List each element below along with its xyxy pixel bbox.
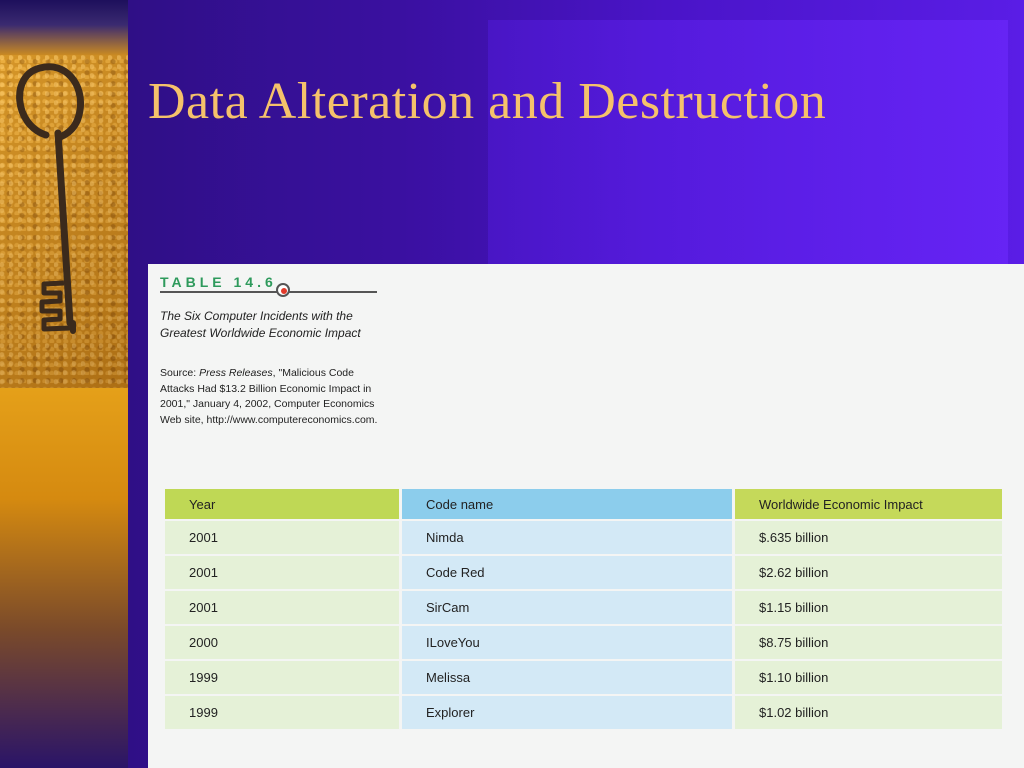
table-source: Source: Press Releases, "Malicious Code … xyxy=(160,366,380,428)
cell-code-name: Nimda xyxy=(402,521,732,554)
cell-impact: $1.02 billion xyxy=(735,696,1002,729)
cell-year: 2001 xyxy=(165,521,399,554)
table-row: 2001 SirCam $1.15 billion xyxy=(165,591,1002,624)
header-year: Year xyxy=(165,489,399,519)
table-row: 2001 Code Red $2.62 billion xyxy=(165,556,1002,589)
textbook-table-panel: TABLE 14.6 The Six Computer Incidents wi… xyxy=(148,264,1024,768)
table-row: 1999 Explorer $1.02 billion xyxy=(165,696,1002,729)
cell-impact: $.635 billion xyxy=(735,521,1002,554)
table-header-row: Year Code name Worldwide Economic Impact xyxy=(165,489,1002,519)
left-decor-strip xyxy=(0,0,128,768)
source-publication: Press Releases xyxy=(199,367,273,379)
incident-table: Year Code name Worldwide Economic Impact… xyxy=(162,487,1005,731)
cell-year: 1999 xyxy=(165,696,399,729)
table-row: 2001 Nimda $.635 billion xyxy=(165,521,1002,554)
slide-title: Data Alteration and Destruction xyxy=(148,73,827,130)
header-economic-impact: Worldwide Economic Impact xyxy=(735,489,1002,519)
cell-year: 1999 xyxy=(165,661,399,694)
header-code-name: Code name xyxy=(402,489,732,519)
cell-year: 2001 xyxy=(165,591,399,624)
cell-impact: $2.62 billion xyxy=(735,556,1002,589)
table-caption: The Six Computer Incidents with the Grea… xyxy=(160,309,361,340)
left-top-band xyxy=(0,0,128,55)
background-glow xyxy=(488,20,1008,280)
cell-year: 2001 xyxy=(165,556,399,589)
cell-code-name: Explorer xyxy=(402,696,732,729)
cell-impact: $1.15 billion xyxy=(735,591,1002,624)
cell-code-name: Melissa xyxy=(402,661,732,694)
cell-code-name: Code Red xyxy=(402,556,732,589)
cell-year: 2000 xyxy=(165,626,399,659)
cell-code-name: SirCam xyxy=(402,591,732,624)
cell-impact: $8.75 billion xyxy=(735,626,1002,659)
table-number-label: TABLE 14.6 xyxy=(160,274,277,290)
source-prefix: Source: xyxy=(160,367,200,379)
cell-code-name: ILoveYou xyxy=(402,626,732,659)
table-row: 2000 ILoveYou $8.75 billion xyxy=(165,626,1002,659)
label-divider xyxy=(160,291,377,293)
table-row: 1999 Melissa $1.10 billion xyxy=(165,661,1002,694)
bullet-dot-icon xyxy=(276,283,290,297)
key-photo xyxy=(0,55,128,388)
key-icon xyxy=(16,63,85,334)
cell-impact: $1.10 billion xyxy=(735,661,1002,694)
